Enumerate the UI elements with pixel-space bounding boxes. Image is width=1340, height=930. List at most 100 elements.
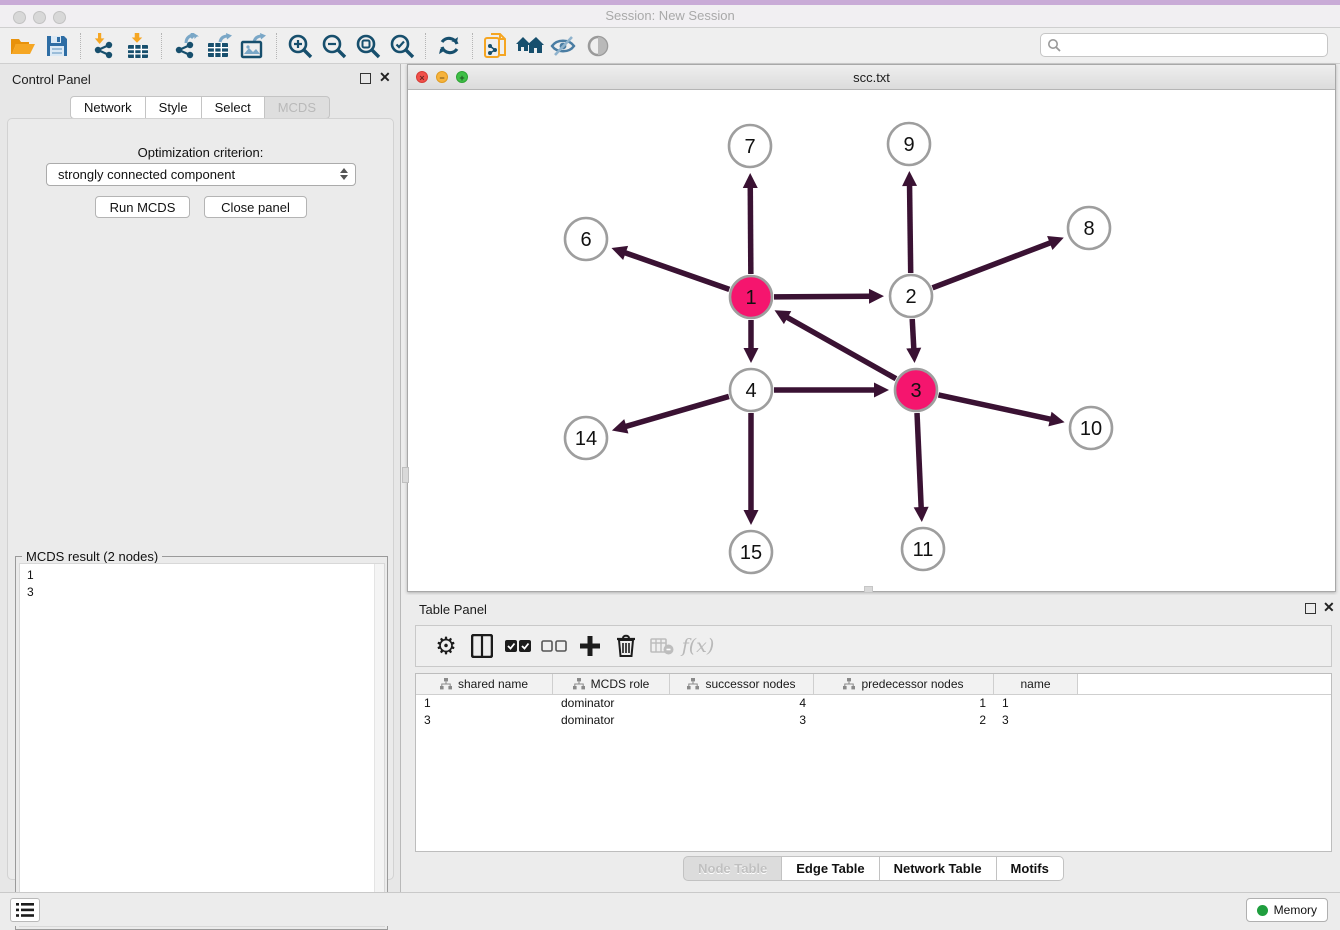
cell[interactable]: 3 xyxy=(416,712,553,729)
network-graph[interactable]: 1234678910111415 xyxy=(408,90,1335,591)
node-label-3: 3 xyxy=(910,380,921,402)
tab-motifs[interactable]: Motifs xyxy=(997,856,1064,881)
cell[interactable]: 1 xyxy=(994,695,1078,712)
optimization-criterion-value: strongly connected component xyxy=(58,167,235,182)
deselect-checkboxes-icon[interactable] xyxy=(536,630,572,662)
node-label-9: 9 xyxy=(903,134,914,156)
control-panel-title: Control Panel xyxy=(12,72,91,87)
arrowhead-icon xyxy=(1048,412,1064,427)
hierarchy-icon xyxy=(843,678,855,690)
table-row[interactable]: 3dominator323 xyxy=(416,712,1331,729)
export-network-icon[interactable] xyxy=(168,31,202,61)
cell[interactable]: 3 xyxy=(994,712,1078,729)
tab-style[interactable]: Style xyxy=(146,96,202,119)
network-window-title: scc.txt xyxy=(408,70,1335,85)
table-row[interactable]: 1dominator411 xyxy=(416,695,1331,712)
export-table-icon[interactable] xyxy=(202,31,236,61)
edge-2-9[interactable] xyxy=(910,185,911,273)
optimization-criterion-select[interactable]: strongly connected component xyxy=(46,163,356,186)
tab-mcds[interactable]: MCDS xyxy=(265,96,330,119)
tab-network-table[interactable]: Network Table xyxy=(880,856,997,881)
toolbar-separator xyxy=(425,33,426,59)
node-label-8: 8 xyxy=(1083,218,1094,240)
toolbar-separator xyxy=(472,33,473,59)
splitter-grip[interactable] xyxy=(402,467,409,483)
arrowhead-icon xyxy=(744,348,759,363)
list-icon xyxy=(16,903,34,917)
gear-icon[interactable]: ⚙ xyxy=(428,630,464,662)
edge-2-8[interactable] xyxy=(932,243,1050,288)
table-toolbar: ⚙ f(x) xyxy=(415,625,1332,667)
add-column-icon[interactable] xyxy=(572,630,608,662)
import-network-icon[interactable] xyxy=(87,31,121,61)
zoom-selected-icon[interactable] xyxy=(385,31,419,61)
node-label-15: 15 xyxy=(740,542,762,564)
tab-network[interactable]: Network xyxy=(70,96,146,119)
memory-button[interactable]: Memory xyxy=(1246,898,1328,922)
open-folder-icon[interactable] xyxy=(6,31,40,61)
canvas-scroll-grip[interactable] xyxy=(864,586,873,593)
cell[interactable]: 2 xyxy=(814,712,994,729)
close-table-panel-icon[interactable]: ✕ xyxy=(1323,600,1335,614)
close-panel-icon[interactable]: ✕ xyxy=(379,70,391,84)
edge-3-10[interactable] xyxy=(938,395,1050,419)
edge-1-2[interactable] xyxy=(774,296,870,297)
node-table[interactable]: shared nameMCDS rolesuccessor nodesprede… xyxy=(415,673,1332,852)
search-input[interactable] xyxy=(1040,33,1328,57)
result-scrollbar[interactable] xyxy=(374,564,384,926)
table-panel: Table Panel ✕ ⚙ f(x) shared nameMCDS rol… xyxy=(407,595,1340,892)
column-layout-icon[interactable] xyxy=(464,630,500,662)
cell[interactable]: 4 xyxy=(670,695,814,712)
node-label-10: 10 xyxy=(1080,418,1102,440)
edge-1-6[interactable] xyxy=(625,253,730,290)
column-header-MCDS-role[interactable]: MCDS role xyxy=(553,674,670,694)
task-history-button[interactable] xyxy=(10,898,40,922)
run-mcds-button[interactable]: Run MCDS xyxy=(95,196,190,218)
network-view-window: × − + scc.txt 1234678910111415 xyxy=(407,64,1336,592)
arrowhead-icon xyxy=(874,383,889,398)
export-image-icon[interactable] xyxy=(236,31,270,61)
cell[interactable]: dominator xyxy=(553,712,670,729)
close-panel-button[interactable]: Close panel xyxy=(204,196,307,218)
tab-select[interactable]: Select xyxy=(202,96,265,119)
tab-edge-table[interactable]: Edge Table xyxy=(782,856,879,881)
hide-selection-eye-icon[interactable] xyxy=(547,31,581,61)
select-all-checkboxes-icon[interactable] xyxy=(500,630,536,662)
cell[interactable]: 1 xyxy=(814,695,994,712)
float-panel-icon[interactable] xyxy=(360,73,371,84)
cell[interactable]: 1 xyxy=(416,695,553,712)
arrowhead-icon xyxy=(906,348,921,363)
delete-table-icon-disabled xyxy=(644,630,680,662)
save-icon[interactable] xyxy=(40,31,74,61)
edge-2-3[interactable] xyxy=(912,319,914,349)
import-table-icon[interactable] xyxy=(121,31,155,61)
table-header-row[interactable]: shared nameMCDS rolesuccessor nodesprede… xyxy=(416,674,1331,695)
edge-3-11[interactable] xyxy=(917,413,921,508)
delete-column-trash-icon[interactable] xyxy=(608,630,644,662)
edge-3-1[interactable] xyxy=(787,317,896,379)
column-header-name[interactable]: name xyxy=(994,674,1078,694)
network-window-titlebar[interactable]: × − + scc.txt xyxy=(408,65,1335,90)
arrowhead-icon xyxy=(914,507,929,522)
zoom-fit-icon[interactable] xyxy=(351,31,385,61)
column-header-shared-name[interactable]: shared name xyxy=(416,674,553,694)
node-label-7: 7 xyxy=(744,136,755,158)
float-table-panel-icon[interactable] xyxy=(1305,603,1316,614)
clone-network-icon[interactable] xyxy=(479,31,513,61)
edge-1-7[interactable] xyxy=(750,187,751,274)
column-header-successor-nodes[interactable]: successor nodes xyxy=(670,674,814,694)
control-panel-tabs: NetworkStyleSelectMCDS xyxy=(0,96,400,119)
cell[interactable]: dominator xyxy=(553,695,670,712)
refresh-layout-icon[interactable] xyxy=(432,31,466,61)
cell[interactable]: 3 xyxy=(670,712,814,729)
mcds-result-text[interactable]: 1 3 xyxy=(19,563,385,927)
table-tabs: Node TableEdge TableNetwork TableMotifs xyxy=(407,856,1340,881)
edge-4-14[interactable] xyxy=(625,396,729,426)
show-all-eye-icon[interactable] xyxy=(581,31,615,61)
control-panel: Control Panel ✕ NetworkStyleSelectMCDS O… xyxy=(0,64,401,892)
tab-node-table[interactable]: Node Table xyxy=(683,856,782,881)
column-header-predecessor-nodes[interactable]: predecessor nodes xyxy=(814,674,994,694)
zoom-out-icon[interactable] xyxy=(317,31,351,61)
home-icon[interactable] xyxy=(513,31,547,61)
zoom-in-icon[interactable] xyxy=(283,31,317,61)
